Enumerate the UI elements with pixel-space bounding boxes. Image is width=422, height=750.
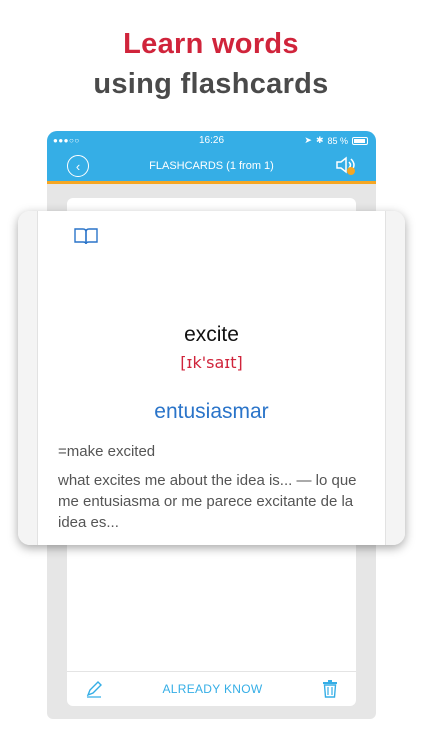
flashcard-translation: entusiasmar [154,400,269,423]
battery-icon [352,136,368,145]
location-icon: ➤ [304,135,312,145]
trash-icon[interactable] [322,680,338,698]
flashcard-example: what excites me about the idea is... — l… [58,472,357,531]
edit-icon[interactable] [85,680,103,698]
flashcard-truncated-line: - - - - - - - - - - - - - - - - - - - - … [58,537,283,545]
flashcard-word: excite [184,323,239,346]
flashcard-transcription: [ɪk'saɪt] [180,353,243,372]
card-side-strip-right [385,211,405,545]
flashcard-definition: =make excited [58,443,156,460]
status-right: ➤ ✱ 85 % [304,135,368,146]
battery-percent: 85 % [327,135,348,146]
headline-line-1: Learn words [123,28,299,60]
already-know-button[interactable]: ALREADY KNOW [162,682,262,696]
speaker-icon[interactable] [334,154,356,176]
card-bottom-bar: ALREADY KNOW [67,671,356,706]
headline-line-2: using flashcards [93,68,329,100]
nav-bar: ‹ FLASHCARDS (1 from 1) [47,149,376,184]
bluetooth-icon: ✱ [315,135,324,145]
nav-title: FLASHCARDS (1 from 1) [149,160,274,172]
status-bar: ●●●○○ 16:26 ➤ ✱ 85 % [47,131,376,149]
card-side-strip-left [18,211,38,545]
flashcard[interactable]: excite [ɪk'saɪt] entusiasmar =make excit… [18,211,405,545]
book-icon[interactable] [74,227,98,245]
